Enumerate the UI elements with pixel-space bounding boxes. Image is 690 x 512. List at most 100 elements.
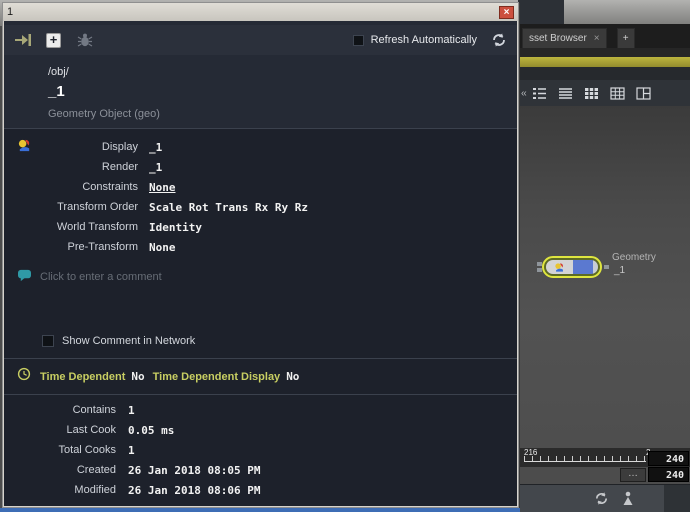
pin-icon[interactable] (14, 33, 32, 47)
tab-asset-browser[interactable]: sset Browser × (522, 28, 607, 48)
field-value: None (149, 240, 176, 254)
current-frame-field[interactable]: 240 (648, 467, 689, 482)
tree-view-icon[interactable] (532, 87, 547, 100)
time-dependent-display-label: Time Dependent Display (152, 371, 281, 383)
pane-tabbar: sset Browser × + (518, 24, 690, 48)
info-row: World Transform Identity (4, 217, 517, 237)
window-title: 1 (7, 6, 14, 18)
time-dependent-label: Time Dependent (40, 371, 126, 383)
user-icon[interactable] (622, 491, 634, 506)
stat-value: 0.05 ms (128, 423, 175, 437)
tab-label: sset Browser (529, 33, 587, 44)
close-button[interactable]: × (499, 5, 514, 19)
window-edge (0, 508, 520, 512)
node-display-flag[interactable] (573, 260, 593, 274)
node-name-heading: _1 (48, 83, 65, 100)
network-editor[interactable]: Geometry _1 (518, 106, 690, 448)
shelf-strip (518, 57, 690, 67)
recook-icon[interactable] (594, 491, 609, 506)
node-type-subtitle: Geometry Object (geo) (48, 108, 160, 120)
geometry-node[interactable] (534, 252, 684, 286)
stat-row: Created 26 Jan 2018 08:05 PM (4, 460, 517, 480)
stat-value: 26 Jan 2018 08:06 PM (128, 483, 261, 497)
node-cap (593, 260, 598, 274)
stat-label: Contains (72, 404, 116, 416)
field-label: Render (101, 161, 138, 173)
time-dependent-row: Time Dependent No Time Dependent Display No (40, 370, 307, 383)
node-name-label: _1 (614, 265, 626, 276)
stat-label: Created (76, 464, 116, 476)
info-row: Display _1 (4, 137, 517, 157)
network-toolbar: ‹‹ (518, 80, 690, 106)
show-comment-row: Show Comment in Network (42, 335, 195, 347)
stat-row: Modified 26 Jan 2018 08:06 PM (4, 480, 517, 500)
status-bar (518, 484, 690, 512)
plus-icon: + (622, 33, 629, 44)
node-icon-area (546, 260, 573, 274)
field-value: _1 (149, 160, 163, 174)
field-value: Scale Rot Trans Rx Ry Rz (149, 200, 308, 214)
time-dependent-value: No (131, 370, 145, 383)
show-comment-label: Show Comment in Network (62, 335, 196, 347)
grid-view-icon[interactable] (584, 87, 599, 100)
small-grid-view-icon[interactable] (610, 86, 625, 100)
cook-stats: Contains 1 Last Cook 0.05 ms Total Cooks… (4, 400, 517, 500)
pane-gap (518, 67, 690, 80)
timeline-ticks (524, 456, 646, 462)
info-toolbar: + Refresh Automatically (4, 25, 517, 55)
stat-label: Last Cook (66, 424, 116, 436)
info-row: Pre-Transform None (4, 237, 517, 257)
constraints-link[interactable]: None (149, 181, 176, 194)
stat-value: 1 (128, 403, 135, 417)
frame-end-field[interactable]: 240 (648, 451, 689, 466)
refresh-checkbox-label: Refresh Automatically (370, 34, 477, 46)
node-type-label: Geometry (612, 252, 656, 263)
divider (4, 128, 517, 129)
stat-row: Total Cooks 1 (4, 440, 517, 460)
stat-value: 1 (128, 443, 135, 457)
stat-value: 26 Jan 2018 08:05 PM (128, 463, 261, 477)
window-titlebar[interactable]: 1 × (3, 3, 518, 21)
info-row: Render _1 (4, 157, 517, 177)
comment-icon (17, 269, 32, 285)
refresh-checkbox[interactable] (352, 34, 364, 46)
overflow-button[interactable]: … (620, 468, 646, 482)
corner-block (664, 485, 690, 512)
bug-icon[interactable] (77, 33, 93, 47)
tab-close-icon[interactable]: × (594, 33, 600, 44)
divider (4, 394, 517, 395)
show-comment-checkbox[interactable] (42, 335, 54, 347)
geometry-icon (555, 262, 563, 272)
info-row: Transform Order Scale Rot Trans Rx Ry Rz (4, 197, 517, 217)
node-body[interactable] (542, 256, 602, 278)
add-button[interactable]: + (46, 32, 61, 48)
stat-row: Contains 1 (4, 400, 517, 420)
time-dependent-display-value: No (286, 370, 300, 383)
clock-icon (17, 367, 31, 384)
node-output-connector[interactable] (604, 265, 609, 269)
stat-label: Total Cooks (58, 444, 116, 456)
refresh-icon[interactable] (491, 32, 507, 48)
split-pane-icon[interactable] (636, 86, 651, 100)
new-tab-button[interactable]: + (616, 28, 635, 48)
transform-info: Display _1 Render _1 Constraints None Tr… (4, 137, 517, 257)
node-info-window: 1 × + Refresh Automatically /obj/ _1 Geo… (2, 2, 519, 508)
field-label: Pre-Transform (67, 241, 139, 253)
list-view-icon[interactable] (558, 87, 573, 100)
info-row: Constraints None (4, 177, 517, 197)
info-body: + Refresh Automatically /obj/ _1 Geometr… (4, 21, 517, 506)
comment-input[interactable]: Click to enter a comment (40, 271, 162, 283)
back-chevrons-icon[interactable]: ‹‹ (521, 88, 527, 99)
field-value: _1 (149, 140, 163, 154)
field-label: Transform Order (57, 201, 138, 213)
stat-label: Modified (74, 484, 116, 496)
field-label: Constraints (82, 181, 138, 193)
field-value: Identity (149, 220, 202, 234)
pane-divider (518, 48, 690, 57)
node-path: /obj/ (48, 66, 69, 78)
houdini-screen: sset Browser × + ‹‹ Geometry _1 216 240 … (0, 0, 690, 512)
divider (4, 358, 517, 359)
field-label: World Transform (56, 221, 138, 233)
node-tile (546, 260, 598, 274)
field-label: Display (101, 141, 138, 153)
